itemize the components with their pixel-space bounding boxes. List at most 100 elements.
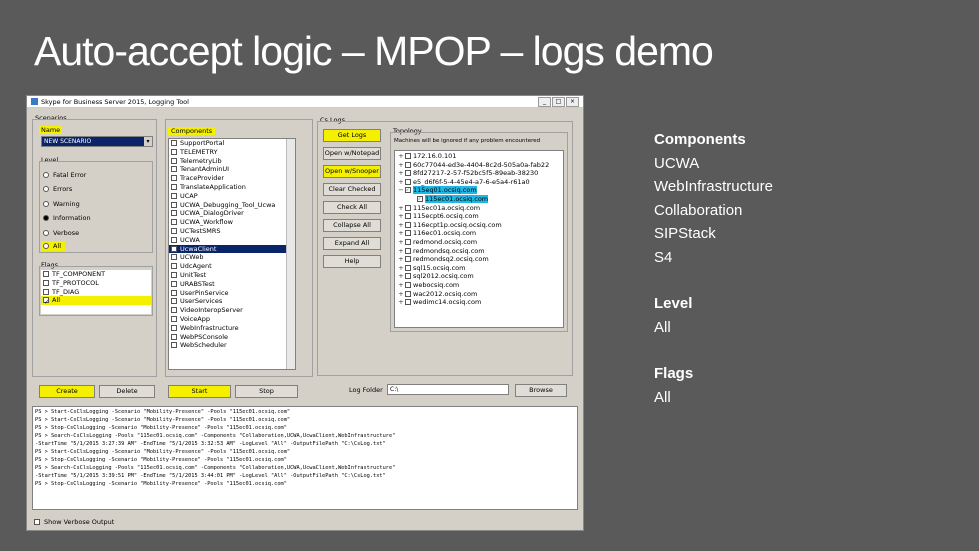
component-checkbox[interactable]	[171, 245, 177, 252]
expand-icon[interactable]: +	[397, 247, 405, 256]
node-checkbox[interactable]	[405, 213, 411, 220]
component-checkbox[interactable]	[171, 289, 177, 296]
expand-icon[interactable]: +	[397, 290, 405, 299]
expand-icon[interactable]: +	[397, 169, 405, 178]
component-item[interactable]: VoiceApp	[169, 315, 295, 324]
node-checkbox[interactable]	[405, 247, 411, 254]
expand-icon[interactable]: +	[397, 264, 405, 273]
component-item[interactable]: VideoInteropServer	[169, 306, 295, 315]
component-item[interactable]: UCTestSMRS	[169, 227, 295, 236]
node-checkbox[interactable]	[405, 290, 411, 297]
topology-node[interactable]: ✓ 115ec01.ocsiq.com	[395, 194, 563, 204]
component-item[interactable]: UCWA_Debugging_Tool_Ucwa	[169, 201, 295, 210]
component-item[interactable]: TraceProvider	[169, 174, 295, 183]
verbose-checkbox[interactable]: Show Verbose Output	[34, 518, 114, 526]
component-checkbox[interactable]	[171, 324, 177, 331]
level-all-radio[interactable]: All	[41, 241, 66, 251]
output-console[interactable]: PS > Start-CsClsLogging -Scenario "Mobil…	[32, 406, 578, 510]
level-errors-radio[interactable]: Errors	[43, 185, 72, 193]
expand-icon[interactable]: +	[397, 229, 405, 238]
component-item[interactable]: UCWeb	[169, 253, 295, 262]
level-information-radio[interactable]: Information	[43, 214, 91, 222]
chevron-down-icon[interactable]: ▾	[144, 137, 152, 146]
component-checkbox[interactable]	[171, 263, 177, 270]
topology-node[interactable]: + e5_d6f6f-5-4-45e4-a7-6-e5a4-r61a0	[395, 178, 563, 187]
component-item[interactable]: UCAP	[169, 192, 295, 201]
expand-icon[interactable]: +	[397, 272, 405, 281]
flag-item-all[interactable]: ✓ All	[41, 296, 151, 306]
components-list[interactable]: SupportPortal TELEMETRY TelemetryLib Tenant…	[168, 138, 296, 370]
create-button[interactable]: Create	[39, 385, 95, 398]
node-checkbox[interactable]	[405, 299, 411, 306]
component-item[interactable]: SupportPortal	[169, 139, 295, 148]
expand-icon[interactable]: +	[397, 204, 405, 213]
node-checkbox[interactable]	[405, 178, 411, 185]
topology-node[interactable]: +8fd27217-2-57-f52bc5f5-89eab-38230	[395, 169, 563, 178]
scenario-name-dropdown[interactable]: NEW SCENARIO ▾	[41, 136, 153, 147]
flag-item[interactable]: TF_PROTOCOL	[41, 279, 151, 288]
start-button[interactable]: Start	[168, 385, 231, 398]
close-icon[interactable]: ×	[566, 96, 579, 107]
expand-icon[interactable]: +	[397, 238, 405, 247]
expand-icon[interactable]: +	[397, 281, 405, 290]
component-checkbox[interactable]	[171, 280, 177, 287]
delete-button[interactable]: Delete	[99, 385, 155, 398]
topology-node[interactable]: + wac2012.ocsiq.com	[395, 290, 563, 299]
components-scrollbar[interactable]	[286, 139, 295, 369]
topology-node[interactable]: + sql2012.ocsiq.com	[395, 272, 563, 281]
expand-icon[interactable]: +	[397, 212, 405, 221]
node-checkbox[interactable]	[405, 230, 411, 237]
minimize-icon[interactable]: _	[538, 96, 551, 107]
topology-node[interactable]: + wedimc14.ocsiq.com	[395, 298, 563, 307]
topology-node[interactable]: − ✓ 115eq01.ocsiq.com	[395, 186, 563, 195]
open-snooper-button[interactable]: Open w/Snooper	[323, 165, 381, 178]
component-checkbox[interactable]	[171, 342, 177, 349]
expand-all-button[interactable]: Expand All	[323, 237, 381, 250]
component-checkbox[interactable]	[171, 227, 177, 234]
topology-node[interactable]: + redmondsq.ocsiq.com	[395, 247, 563, 256]
component-item[interactable]: WebInfrastructure	[169, 324, 295, 333]
topology-tree[interactable]: +172.16.0.101 +60c77044-ed3e-4404-8c2d-50…	[394, 150, 564, 328]
component-item[interactable]: WebScheduler	[169, 341, 295, 350]
component-item[interactable]: UCWA	[169, 236, 295, 245]
component-item[interactable]: UCWA_DialogDriver	[169, 209, 295, 218]
component-item[interactable]: TranslateApplication	[169, 183, 295, 192]
node-checkbox[interactable]	[405, 170, 411, 177]
component-checkbox[interactable]	[171, 148, 177, 155]
component-checkbox[interactable]	[171, 219, 177, 226]
node-checkbox[interactable]	[405, 204, 411, 211]
node-checkbox[interactable]	[405, 221, 411, 228]
expand-icon[interactable]: +	[397, 178, 405, 187]
maximize-icon[interactable]: □	[552, 96, 565, 107]
node-checkbox[interactable]	[405, 153, 411, 159]
component-checkbox[interactable]	[171, 307, 177, 314]
node-checkbox[interactable]: ✓	[405, 187, 411, 194]
log-folder-input[interactable]: C:\	[387, 384, 509, 395]
component-checkbox[interactable]	[171, 175, 177, 182]
node-checkbox[interactable]	[405, 264, 411, 271]
flag-item[interactable]: TF_COMPONENT	[41, 270, 151, 279]
component-item[interactable]: UnitTest	[169, 271, 295, 280]
component-checkbox[interactable]	[171, 166, 177, 173]
topology-node[interactable]: +116ec01.ocsiq.com	[395, 229, 563, 238]
component-checkbox[interactable]	[171, 271, 177, 278]
topology-node[interactable]: + sql15.ocsiq.com	[395, 264, 563, 273]
topology-node[interactable]: + redmond.ocsiq.com	[395, 238, 563, 247]
component-item[interactable]: UserPinService	[169, 289, 295, 298]
node-checkbox[interactable]	[405, 161, 411, 168]
node-checkbox[interactable]	[405, 256, 411, 263]
browse-button[interactable]: Browse	[515, 384, 567, 397]
stop-button[interactable]: Stop	[235, 385, 298, 398]
open-notepad-button[interactable]: Open w/Notepad	[323, 147, 381, 160]
topology-node[interactable]: +116ecpt1p.ocsiq.ocsiq.com	[395, 221, 563, 230]
level-warning-radio[interactable]: Warning	[43, 200, 80, 208]
component-item[interactable]: UCWA_Workflow	[169, 218, 295, 227]
expand-icon[interactable]: +	[397, 298, 405, 307]
collapse-icon[interactable]: −	[397, 186, 405, 195]
topology-node[interactable]: + redmondsq2.ocsiq.com	[395, 255, 563, 264]
expand-icon[interactable]: +	[397, 255, 405, 264]
component-checkbox[interactable]	[171, 298, 177, 305]
component-checkbox[interactable]	[171, 236, 177, 243]
flag-item[interactable]: TF_DIAG	[41, 288, 151, 297]
component-item[interactable]: TELEMETRY	[169, 148, 295, 157]
